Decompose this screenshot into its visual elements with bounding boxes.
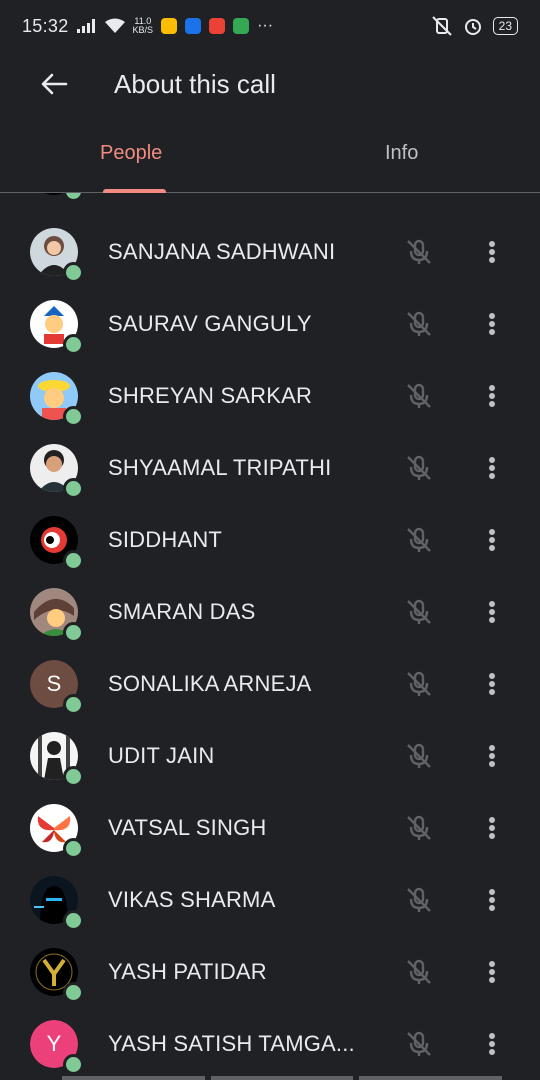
mic-off-icon [407, 455, 431, 480]
presence-dot [63, 982, 84, 1003]
presence-dot [63, 622, 84, 643]
participant-name: SANJANA SADHWANI [108, 239, 336, 264]
list-item[interactable]: VIKAS SHARMA [0, 864, 540, 936]
tab-bar: People Info [0, 130, 540, 193]
list-item[interactable]: UDIT JAIN [0, 720, 540, 792]
more-vert-icon[interactable] [480, 524, 504, 556]
status-time: 15:32 [22, 15, 69, 36]
presence-dot [63, 478, 84, 499]
tab-people[interactable]: People [100, 142, 162, 165]
list-item[interactable]: SIDDHANT [0, 504, 540, 576]
list-item[interactable] [0, 193, 540, 207]
mic-off-icon [407, 959, 431, 984]
top-app-bar: About this call [0, 52, 540, 116]
list-item[interactable]: SAURAV GANGULY [0, 288, 540, 360]
participant-name: YASH PATIDAR [108, 959, 267, 984]
presence-dot [63, 334, 84, 355]
more-vert-icon[interactable] [480, 308, 504, 340]
list-item[interactable]: VATSAL SINGH [0, 792, 540, 864]
mic-off-icon [407, 527, 431, 552]
app-notification-icon [161, 18, 178, 34]
mic-off-icon [407, 743, 431, 768]
more-vert-icon[interactable] [480, 884, 504, 916]
more-vert-icon[interactable] [480, 380, 504, 412]
presence-dot [63, 550, 84, 571]
presence-dot [63, 262, 84, 283]
mic-off-icon [407, 1031, 431, 1056]
more-vert-icon[interactable] [480, 668, 504, 700]
more-vert-icon[interactable] [480, 1028, 504, 1060]
mic-off-icon [407, 887, 431, 912]
presence-dot [63, 694, 84, 715]
page-title: About this call [114, 69, 276, 99]
presence-dot [63, 910, 84, 931]
more-vert-icon[interactable] [480, 740, 504, 772]
app-notification-icon [209, 18, 226, 34]
list-item[interactable]: Y YASH SATISH TAMGA... [0, 1008, 540, 1080]
app-notification-icon [185, 18, 202, 34]
participant-name: SONALIKA ARNEJA [108, 671, 312, 696]
presence-dot [63, 193, 84, 202]
mic-off-icon [407, 671, 431, 696]
mic-off-icon [407, 383, 431, 408]
mic-off-icon [407, 311, 431, 336]
participant-list[interactable]: SANJANA SADHWANI SAURAV GANGULY SHREYAN … [0, 193, 540, 1080]
more-vert-icon[interactable] [480, 596, 504, 628]
participant-name: SMARAN DAS [108, 599, 256, 624]
list-item[interactable]: SHYAAMAL TRIPATHI [0, 432, 540, 504]
participant-name: YASH SATISH TAMGA... [108, 1031, 355, 1056]
list-item[interactable]: SMARAN DAS [0, 576, 540, 648]
status-bar: 15:32 11.0 KB/S ··· 23 [0, 0, 540, 52]
network-speed: 11.0 KB/S [132, 16, 154, 35]
participant-name: SHREYAN SARKAR [108, 383, 313, 408]
participant-name: VIKAS SHARMA [108, 887, 276, 912]
battery-indicator: 23 [492, 17, 518, 35]
mic-off-icon [407, 815, 431, 840]
presence-dot [63, 838, 84, 859]
list-item[interactable]: SHREYAN SARKAR [0, 360, 540, 432]
participant-name: SAURAV GANGULY [108, 311, 312, 336]
participant-name: SHYAAMAL TRIPATHI [108, 455, 332, 480]
wifi-icon [104, 18, 125, 33]
signal-icon [76, 19, 95, 33]
arrow-back-icon[interactable] [38, 68, 70, 100]
more-vert-icon[interactable] [480, 812, 504, 844]
tab-info[interactable]: Info [385, 142, 418, 165]
more-notifications-icon: ··· [257, 17, 274, 34]
presence-dot [63, 406, 84, 427]
gesture-bar [62, 1076, 503, 1080]
list-item[interactable]: S SONALIKA ARNEJA [0, 648, 540, 720]
app-notification-icon [233, 18, 250, 34]
vibrate-mute-icon [431, 16, 452, 36]
mic-off-icon [407, 239, 431, 264]
list-item[interactable]: SANJANA SADHWANI [0, 216, 540, 288]
mic-off-icon [407, 599, 431, 624]
more-vert-icon[interactable] [480, 956, 504, 988]
alarm-icon [464, 19, 481, 35]
participant-name: UDIT JAIN [108, 743, 215, 768]
participant-name: VATSAL SINGH [108, 815, 267, 840]
list-item[interactable]: YASH PATIDAR [0, 936, 540, 1008]
more-vert-icon[interactable] [480, 236, 504, 268]
presence-dot [63, 1054, 84, 1075]
participant-name: SIDDHANT [108, 527, 223, 552]
presence-dot [63, 766, 84, 787]
more-vert-icon[interactable] [480, 452, 504, 484]
